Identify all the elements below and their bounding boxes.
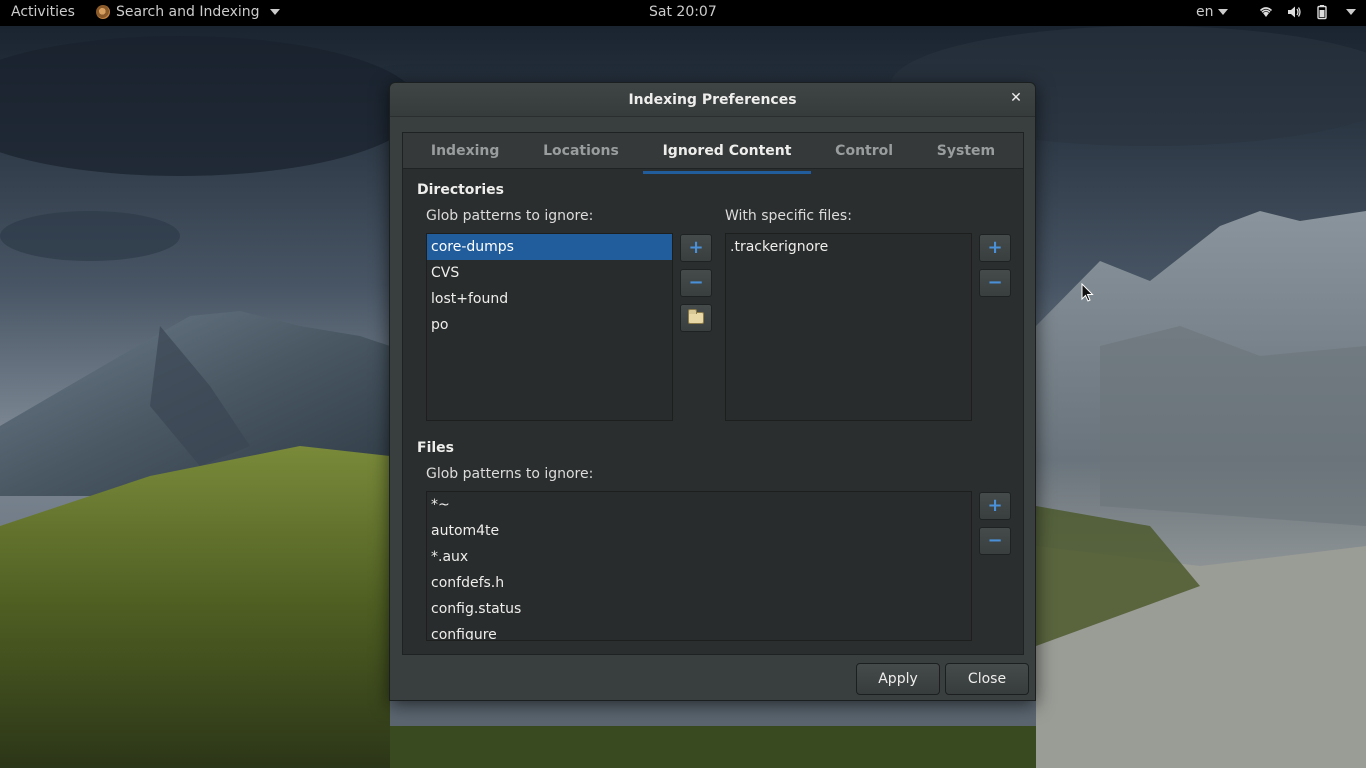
choose-folder-button[interactable] [680, 304, 712, 332]
list-item[interactable]: po [427, 312, 672, 338]
list-item[interactable]: configure [427, 622, 971, 640]
file-glob-list[interactable]: *~ autom4te *.aux confdefs.h config.stat… [426, 491, 972, 641]
battery-icon [1314, 4, 1330, 20]
app-menu-label: Search and Indexing [116, 4, 260, 20]
add-dir-glob-button[interactable]: + [680, 234, 712, 262]
remove-specific-file-button[interactable]: − [979, 269, 1011, 297]
list-item[interactable]: .trackerignore [726, 234, 971, 260]
add-specific-file-button[interactable]: + [979, 234, 1011, 262]
system-tray[interactable] [1258, 4, 1356, 20]
dialog-titlebar[interactable]: Indexing Preferences ✕ [390, 83, 1035, 117]
chevron-down-icon [269, 9, 280, 15]
dir-glob-list[interactable]: core-dumps CVS lost+found po [426, 233, 673, 421]
tab-bar: Indexing Locations Ignored Content Contr… [403, 133, 1023, 174]
language-label: en [1196, 4, 1214, 20]
app-menu[interactable]: Search and Indexing [96, 4, 280, 20]
list-item[interactable]: confdefs.h [427, 570, 971, 596]
indexing-preferences-dialog: Indexing Preferences ✕ Indexing Location… [389, 82, 1036, 701]
directories-heading: Directories [417, 182, 504, 198]
tab-ignored-content[interactable]: Ignored Content [642, 135, 812, 174]
list-item[interactable]: core-dumps [427, 234, 672, 260]
apply-button[interactable]: Apply [856, 663, 940, 695]
volume-icon [1286, 4, 1302, 20]
top-bar: Activities Search and Indexing Sat 20:07… [0, 0, 1366, 26]
minus-icon: − [987, 530, 1003, 551]
list-item[interactable]: *.aux [427, 544, 971, 570]
dir-glob-label: Glob patterns to ignore: [426, 208, 594, 224]
wifi-icon [1258, 4, 1274, 20]
dialog-title: Indexing Preferences [628, 92, 797, 108]
file-glob-label: Glob patterns to ignore: [426, 466, 594, 482]
mouse-cursor-icon [1081, 283, 1094, 302]
specific-files-label: With specific files: [725, 208, 852, 224]
language-menu[interactable]: en [1196, 4, 1228, 20]
tab-control[interactable]: Control [815, 135, 913, 167]
tab-indexing[interactable]: Indexing [411, 135, 520, 167]
list-item[interactable]: CVS [427, 260, 672, 286]
list-item[interactable]: *~ [427, 492, 971, 518]
close-icon[interactable]: ✕ [1009, 91, 1023, 105]
clock[interactable]: Sat 20:07 [649, 4, 717, 20]
chevron-down-icon [1346, 9, 1356, 15]
files-heading: Files [417, 440, 454, 456]
chevron-down-icon [1217, 9, 1228, 15]
list-item[interactable]: autom4te [427, 518, 971, 544]
tab-locations[interactable]: Locations [523, 135, 639, 167]
minus-icon: − [688, 272, 704, 293]
search-indexing-app-icon [96, 5, 110, 19]
remove-file-glob-button[interactable]: − [979, 527, 1011, 555]
activities-button[interactable]: Activities [11, 4, 75, 20]
add-file-glob-button[interactable]: + [979, 492, 1011, 520]
list-item[interactable]: lost+found [427, 286, 672, 312]
preferences-notebook: Indexing Locations Ignored Content Contr… [402, 132, 1024, 655]
plus-icon: + [987, 495, 1003, 516]
list-item[interactable]: config.status [427, 596, 971, 622]
tab-system[interactable]: System [917, 135, 1015, 167]
remove-dir-glob-button[interactable]: − [680, 269, 712, 297]
close-button[interactable]: Close [945, 663, 1029, 695]
plus-icon: + [688, 237, 704, 258]
plus-icon: + [987, 237, 1003, 258]
specific-files-list[interactable]: .trackerignore [725, 233, 972, 421]
minus-icon: − [987, 272, 1003, 293]
folder-icon [688, 309, 704, 324]
